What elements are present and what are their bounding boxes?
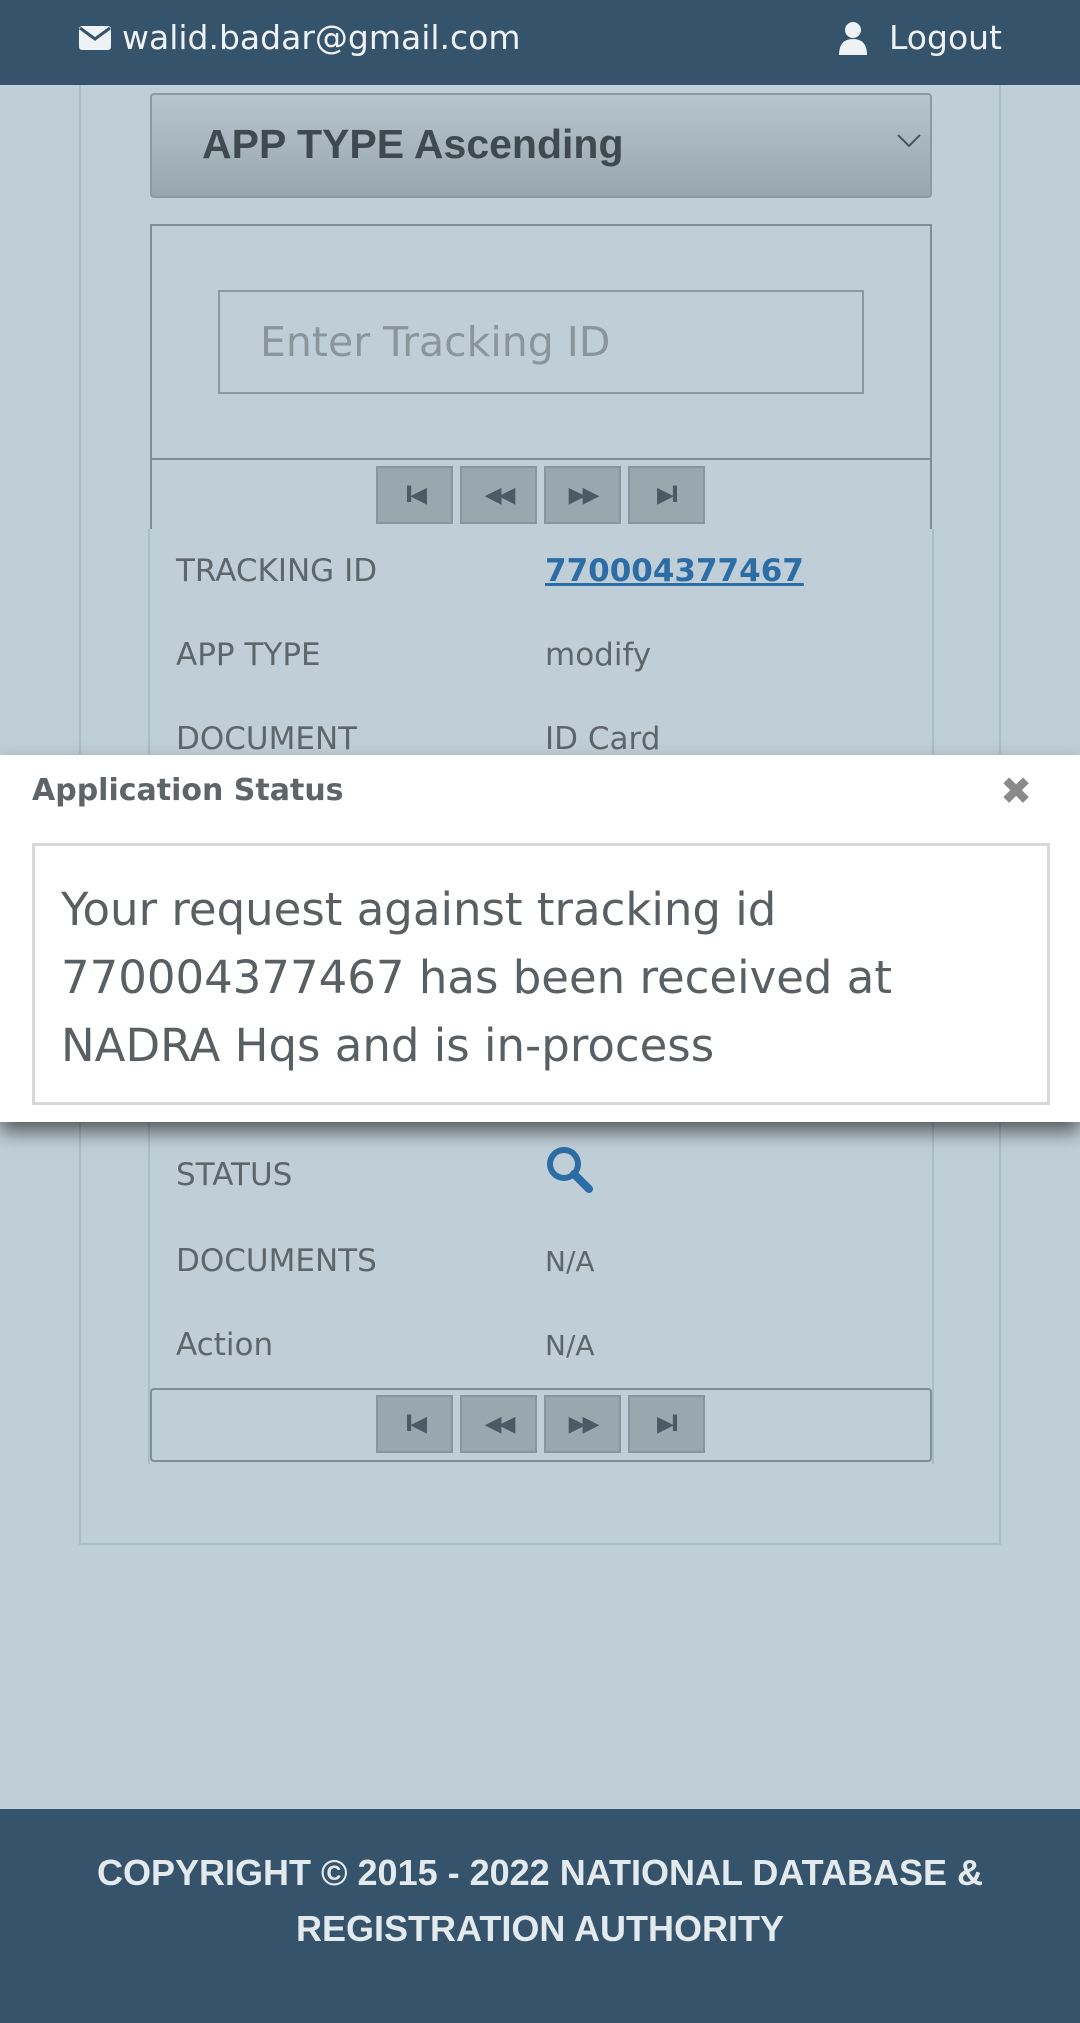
document-label: DOCUMENT (176, 721, 358, 757)
panel-divider (152, 458, 930, 460)
sort-selected-value: APP TYPE Ascending (202, 121, 624, 167)
footer-copyright-line1: COPYRIGHT © 2015 - 2022 NATIONAL DATABAS… (96, 1852, 984, 1893)
tracking-id-label: TRACKING ID (176, 553, 378, 589)
app-type-value: modify (545, 637, 652, 673)
user-icon (839, 21, 867, 55)
search-icon[interactable] (545, 1145, 593, 1201)
status-label: STATUS (176, 1157, 293, 1193)
logout-label: Logout (889, 18, 1002, 57)
modal-title: Application Status (32, 773, 344, 808)
footer: COPYRIGHT © 2015 - 2022 NATIONAL DATABAS… (0, 1809, 1080, 2023)
documents-label: DOCUMENTS (176, 1243, 377, 1279)
app-type-label: APP TYPE (176, 637, 321, 673)
modal-message: Your request against tracking id 7700043… (32, 843, 1050, 1105)
tracking-id-input[interactable] (218, 290, 864, 394)
last-page-button[interactable]: ▶I (628, 466, 705, 524)
user-email-text: walid.badar@gmail.com (122, 18, 521, 57)
next-page-button[interactable]: ▶▶ (544, 1395, 621, 1453)
pager-top: I◀ ◀◀ ▶▶ ▶I (376, 466, 705, 524)
document-value: ID Card (545, 721, 661, 757)
sort-select[interactable]: APP TYPE Ascending (150, 93, 932, 198)
envelope-icon (78, 25, 112, 51)
chevron-down-icon (896, 133, 922, 153)
last-page-button[interactable]: ▶I (628, 1395, 705, 1453)
pager-bottom: I◀ ◀◀ ▶▶ ▶I (376, 1395, 705, 1453)
first-page-button[interactable]: I◀ (376, 466, 453, 524)
prev-page-button[interactable]: ◀◀ (460, 1395, 537, 1453)
first-page-button[interactable]: I◀ (376, 1395, 453, 1453)
footer-copyright-line2: REGISTRATION AUTHORITY (296, 1908, 784, 1949)
top-bar: walid.badar@gmail.com Logout (0, 0, 1080, 85)
user-email: walid.badar@gmail.com (78, 18, 521, 57)
logout-button[interactable]: Logout (839, 18, 1002, 57)
application-status-modal: Application Status ✖ Your request agains… (0, 755, 1080, 1122)
prev-page-button[interactable]: ◀◀ (460, 466, 537, 524)
next-page-button[interactable]: ▶▶ (544, 466, 621, 524)
tracking-id-link[interactable]: 770004377467 (545, 553, 804, 589)
action-value: N/A (545, 1329, 595, 1362)
documents-value: N/A (545, 1245, 595, 1278)
action-label: Action (176, 1327, 274, 1363)
close-icon[interactable]: ✖ (1000, 769, 1032, 813)
